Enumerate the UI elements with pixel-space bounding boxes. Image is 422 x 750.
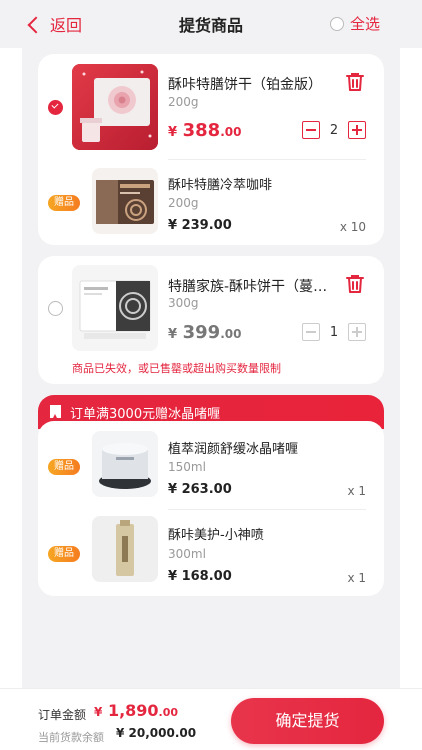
product-price: ¥ 168.00 — [168, 569, 232, 584]
minus-icon — [306, 331, 316, 333]
nav-header: 返回 提货商品 全选 — [0, 0, 422, 48]
product-name[interactable]: 酥咔特膳冷萃咖啡 — [168, 174, 338, 193]
minus-icon — [306, 129, 316, 131]
total-currency: ¥ — [94, 705, 103, 719]
confirm-pickup-button[interactable]: 确定提货 — [231, 698, 384, 744]
select-all-toggle[interactable]: 全选 — [329, 13, 380, 34]
page-margin-right — [400, 0, 422, 750]
promo-title: 订单满3000元赠冰晶啫喱 — [70, 407, 221, 422]
checkout-footer: 订单金额 ¥ 1,890.00 当前货款余额 ¥ 20,000.00 确定提货 — [0, 688, 422, 750]
gift-quantity: x 1 — [347, 484, 366, 498]
price-integer: 388 — [182, 120, 221, 141]
product-image[interactable] — [72, 64, 158, 150]
plus-icon — [356, 125, 358, 135]
quantity-value[interactable]: 2 — [320, 123, 348, 138]
decrement-button[interactable] — [302, 121, 320, 139]
promo-gift-card: 订单满3000元赠冰晶啫喱 赠品 植萃润颜舒缓冰晶啫喱 150ml ¥ 263.… — [38, 395, 384, 596]
price-integer: 399 — [182, 322, 221, 343]
product-name[interactable]: 酥咔特膳饼干（铂金版） — [168, 74, 338, 94]
select-all-label: 全选 — [349, 15, 380, 33]
product-price: ¥ 399.00 — [168, 322, 241, 343]
product-image[interactable] — [92, 516, 158, 582]
increment-button[interactable] — [348, 323, 366, 341]
quantity-stepper: 1 — [302, 323, 366, 341]
product-image[interactable] — [72, 265, 158, 351]
invalid-message: 商品已失效，或已售罄或超出购买数量限制 — [72, 362, 281, 375]
product-spec: 200g — [168, 95, 199, 109]
product-image[interactable] — [92, 168, 158, 234]
product-spec: 300g — [168, 296, 199, 310]
cart-group-card: 特膳家族-酥咔饼干（蔓越莓味） 300g ¥ 399.00 1 商品已失效，或已… — [38, 256, 384, 384]
item-checkbox[interactable] — [48, 301, 63, 316]
order-total-label: 订单金额 — [38, 708, 87, 722]
product-spec: 300ml — [168, 547, 206, 561]
total-integer: 1,890 — [107, 701, 159, 720]
gift-item: 赠品 植萃润颜舒缓冰晶啫喱 150ml ¥ 263.00 x 1 — [38, 421, 384, 509]
product-name[interactable]: 特膳家族-酥咔饼干（蔓越莓味） — [168, 276, 328, 296]
balance-value: ¥ 20,000.00 — [116, 726, 197, 740]
total-decimal: .00 — [158, 706, 179, 719]
quantity-stepper: 2 — [302, 121, 366, 139]
price-currency: ¥ — [168, 125, 178, 140]
page-margin-left — [0, 0, 22, 750]
gift-tag: 赠品 — [48, 459, 80, 475]
decrement-button[interactable] — [302, 323, 320, 341]
promo-body: 赠品 植萃润颜舒缓冰晶啫喱 150ml ¥ 263.00 x 1 赠品 酥咔美护… — [38, 421, 384, 596]
quantity-value[interactable]: 1 — [320, 325, 348, 340]
select-all-radio-icon[interactable] — [329, 16, 344, 31]
balance-label: 当前货款余额 — [38, 731, 104, 744]
gift-quantity: x 1 — [347, 571, 366, 585]
product-price: ¥ 388.00 — [168, 120, 241, 141]
price-decimal: .00 — [220, 327, 242, 341]
bookmark-icon — [50, 405, 61, 418]
product-spec: 150ml — [168, 460, 206, 474]
order-total-value: ¥ 1,890.00 — [94, 701, 178, 720]
product-name[interactable]: 酥咔美护-小神喷 — [168, 524, 338, 543]
product-name[interactable]: 植萃润颜舒缓冰晶啫喱 — [168, 438, 338, 457]
gift-tag: 赠品 — [48, 546, 80, 562]
cart-item-invalid: 特膳家族-酥咔饼干（蔓越莓味） 300g ¥ 399.00 1 商品已失效，或已… — [38, 256, 384, 384]
gift-item: 赠品 酥咔美护-小神喷 300ml ¥ 168.00 x 1 — [38, 510, 384, 596]
plus-icon — [356, 327, 358, 337]
cart-item: 酥咔特膳饼干（铂金版） 200g ¥ 388.00 2 — [38, 54, 384, 159]
cart-group-card: 酥咔特膳饼干（铂金版） 200g ¥ 388.00 2 赠品 酥咔特膳冷萃咖啡 … — [38, 54, 384, 245]
trash-icon[interactable] — [344, 71, 366, 93]
product-image[interactable] — [92, 431, 158, 497]
gift-item: 赠品 酥咔特膳冷萃咖啡 200g ¥ 239.00 x 10 — [38, 160, 384, 245]
gift-quantity: x 10 — [339, 220, 366, 234]
item-checkbox-checked[interactable] — [48, 100, 63, 115]
gift-tag: 赠品 — [48, 195, 80, 211]
increment-button[interactable] — [348, 121, 366, 139]
product-price: ¥ 239.00 — [168, 218, 232, 233]
price-currency: ¥ — [168, 327, 178, 342]
product-price: ¥ 263.00 — [168, 482, 232, 497]
trash-icon[interactable] — [344, 273, 366, 295]
price-decimal: .00 — [220, 125, 242, 139]
product-spec: 200g — [168, 196, 199, 210]
